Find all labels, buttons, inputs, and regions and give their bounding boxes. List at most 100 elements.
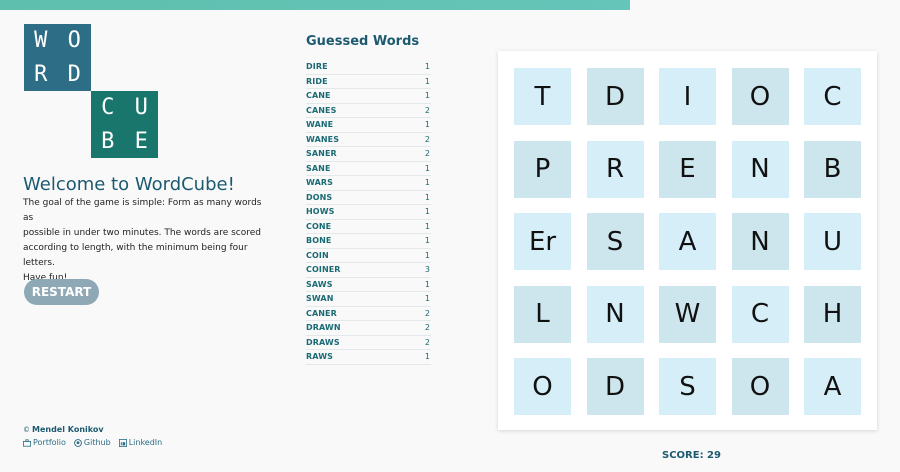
linkedin-link-label: LinkedIn [128, 438, 163, 447]
briefcase-icon [23, 438, 31, 447]
guessed-word: RIDE [306, 76, 328, 86]
restart-button[interactable]: RESTART [24, 279, 99, 305]
guessed-word: CONE [306, 221, 332, 231]
guessed-word: HOWS [306, 207, 335, 217]
letter-tile[interactable]: N [731, 213, 789, 270]
guessed-word-row: WARS 1 [306, 176, 431, 191]
letter-tile[interactable]: L [514, 285, 571, 343]
github-link-label: Github [83, 438, 111, 447]
logo-letter: O [67, 28, 81, 54]
portfolio-link[interactable]: Portfolio [23, 438, 66, 447]
letter-tile[interactable]: S [586, 213, 644, 270]
guessed-word: BONE [306, 236, 332, 246]
logo-cube-block: C U B E [91, 91, 158, 158]
guessed-word-score: 1 [424, 236, 430, 246]
guessed-word-score: 2 [424, 105, 430, 115]
letter-tile[interactable]: E [659, 140, 716, 198]
letter-tile[interactable]: O [731, 358, 789, 415]
letter-tile[interactable]: H [804, 285, 861, 343]
guessed-word-score: 2 [424, 337, 430, 347]
guessed-word-row: RIDE 1 [306, 75, 431, 89]
letter-tile[interactable]: W [659, 285, 716, 343]
letter-tile[interactable]: O [514, 358, 571, 415]
linkedin-link[interactable]: LinkedIn [118, 438, 163, 447]
letter-tile[interactable]: S [659, 358, 716, 415]
letter-tile[interactable]: T [514, 68, 571, 125]
logo-letter: W [34, 28, 48, 54]
guessed-word-row: SWAN 1 [306, 292, 431, 307]
letter-tile[interactable]: I [659, 68, 716, 125]
guessed-word: SWAN [306, 294, 334, 304]
guessed-word-row: SAWS 1 [306, 278, 431, 292]
guessed-word-score: 1 [424, 120, 430, 130]
guessed-word: COIN [306, 250, 329, 260]
guessed-word-score: 1 [424, 76, 430, 86]
guessed-word: DIRE [306, 62, 328, 72]
guessed-word-row: WANE 1 [306, 118, 431, 133]
letter-tile[interactable]: N [731, 140, 789, 198]
guessed-word: CANES [306, 105, 337, 115]
author-credit: © Mendel Konikov [23, 425, 104, 434]
guessed-word: SANE [306, 163, 331, 173]
guessed-word-row: DRAWS 2 [306, 336, 431, 350]
description-line: according to length, with the minimum be… [23, 243, 248, 253]
guessed-word-score: 1 [424, 91, 430, 101]
letter-tile[interactable]: N [586, 285, 644, 343]
github-icon [74, 438, 82, 447]
logo-letter: U [134, 95, 148, 121]
letter-tile[interactable]: Er [514, 213, 571, 270]
letter-tile[interactable]: B [804, 140, 861, 198]
guessed-word: RAWS [306, 352, 333, 362]
guessed-word-row: SANE 1 [306, 162, 431, 176]
guessed-word: DRAWN [306, 323, 341, 333]
guessed-word-row: DIRE 1 [306, 60, 431, 75]
letter-tile[interactable]: A [804, 358, 861, 415]
welcome-title: Welcome to WordCube! [23, 174, 235, 195]
guessed-word-score: 1 [424, 62, 430, 72]
guessed-word-score: 2 [424, 308, 430, 318]
letter-tile[interactable]: D [586, 358, 644, 415]
guessed-word-score: 2 [424, 149, 430, 159]
guessed-word-row: CANES 2 [306, 104, 431, 118]
letter-tile[interactable]: C [804, 68, 861, 125]
guessed-word: WARS [306, 178, 333, 188]
guessed-word-row: DONS 1 [306, 191, 431, 205]
guessed-word-row: SANER 2 [306, 147, 431, 162]
guessed-word-score: 1 [424, 207, 430, 217]
copyright-symbol: © [23, 426, 30, 434]
score-display: SCORE: 29 [662, 450, 721, 461]
guessed-word: WANE [306, 120, 334, 130]
guessed-word-row: CANE 1 [306, 89, 431, 104]
letter-tile[interactable]: U [804, 213, 861, 270]
footer-links: Portfolio Github LinkedIn [23, 438, 162, 447]
guessed-word-row: BONE 1 [306, 234, 431, 249]
guessed-word: DRAWS [306, 337, 340, 347]
letter-tile[interactable]: O [731, 68, 789, 125]
guessed-word: CANE [306, 91, 331, 101]
guessed-word-row: WANES 2 [306, 133, 431, 147]
guessed-word-score: 1 [424, 250, 430, 260]
top-accent-bar [0, 0, 630, 10]
github-link[interactable]: Github [74, 438, 111, 447]
wordcube-logo: W O R D C U B E [24, 24, 158, 158]
letter-board: T D I O C P R E N B Er S A N U L N W C H O D S O A [498, 51, 877, 430]
logo-letter: E [134, 128, 148, 154]
guessed-word-score: 2 [424, 323, 430, 333]
guessed-word-row: COINER 3 [306, 263, 431, 278]
logo-letter: R [34, 61, 48, 87]
guessed-word-score: 1 [424, 192, 430, 202]
guessed-word: WANES [306, 134, 340, 144]
guessed-word: DONS [306, 192, 333, 202]
letter-tile[interactable]: P [514, 140, 571, 198]
portfolio-link-label: Portfolio [33, 438, 66, 447]
linkedin-icon [118, 438, 127, 447]
guessed-word-row: CANER 2 [306, 307, 431, 321]
letter-tile[interactable]: C [731, 285, 789, 343]
letter-tile[interactable]: D [586, 68, 644, 125]
letter-tile[interactable]: R [586, 140, 644, 198]
letter-tile[interactable]: A [659, 213, 716, 270]
guessed-word-row: CONE 1 [306, 220, 431, 234]
guessed-word: SANER [306, 149, 337, 159]
guessed-word-score: 1 [424, 178, 430, 188]
guessed-word-score: 1 [424, 221, 430, 231]
